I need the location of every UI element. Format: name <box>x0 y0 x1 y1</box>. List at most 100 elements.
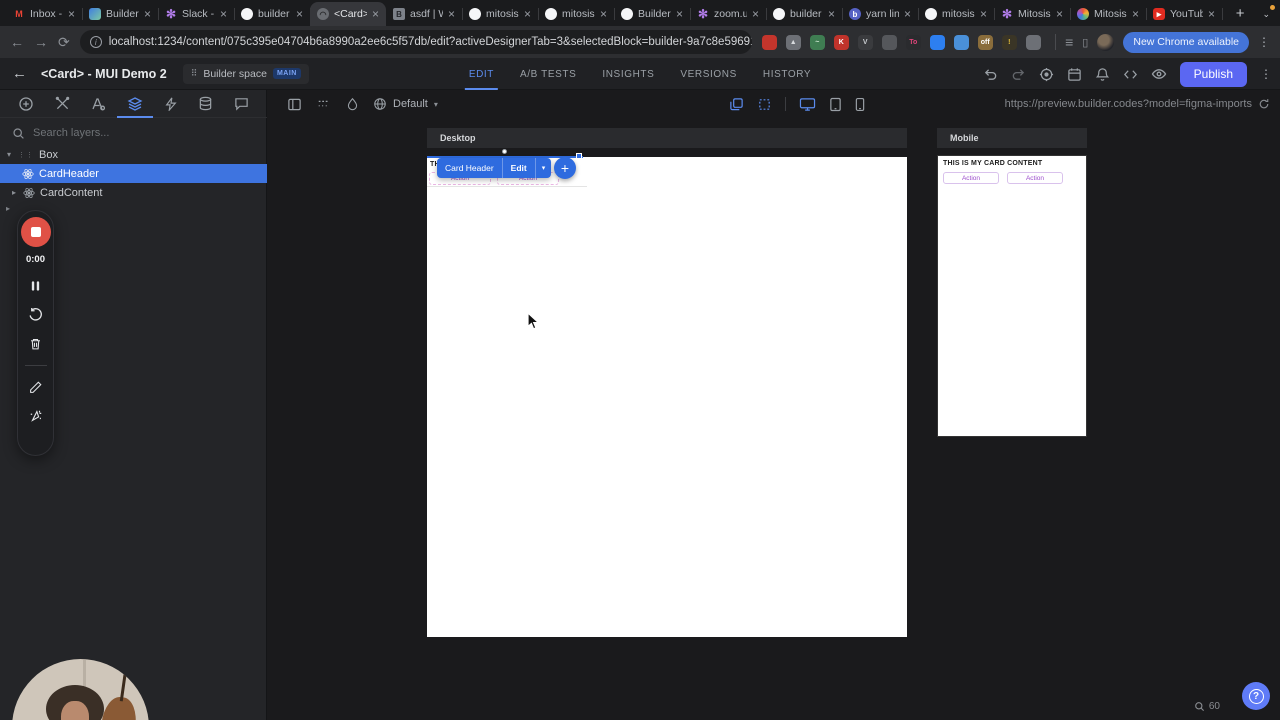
tab-close-icon[interactable]: × <box>676 8 683 20</box>
layer-row-cardheader[interactable]: CardHeader <box>0 164 267 183</box>
tab-close-icon[interactable]: × <box>980 8 987 20</box>
notifications-bell-icon[interactable] <box>1095 67 1110 82</box>
layers-icon[interactable] <box>116 90 153 118</box>
styles-icon[interactable] <box>90 90 106 118</box>
drag-handle-icon[interactable]: ⋮⋮ <box>18 151 34 159</box>
refresh-icon[interactable] <box>1258 98 1270 110</box>
search-layers-input[interactable] <box>33 127 233 139</box>
panel-toggle-icon[interactable] <box>287 97 302 112</box>
selection-handle[interactable] <box>576 153 582 159</box>
schedule-icon[interactable] <box>1067 67 1082 82</box>
tab-close-icon[interactable]: × <box>372 8 379 20</box>
extension-icon[interactable]: K <box>833 34 849 50</box>
browser-tab[interactable]: Mitosis × <box>1070 2 1147 26</box>
block-name[interactable]: Card Header <box>437 158 502 178</box>
stop-recording-button[interactable] <box>20 217 51 247</box>
tab-close-icon[interactable]: × <box>68 8 75 20</box>
card-block[interactable]: THIS IS MY CARD CONTENT Action Action <box>943 160 1083 184</box>
browser-tab[interactable]: mitosis × <box>538 2 615 26</box>
preview-url[interactable]: https://preview.builder.codes?model=figm… <box>1005 90 1270 118</box>
browser-tab[interactable]: Mitosis × <box>994 2 1071 26</box>
tab-close-icon[interactable]: × <box>828 8 835 20</box>
edit-button[interactable]: Edit <box>501 158 535 178</box>
targeting-icon[interactable] <box>1039 67 1054 82</box>
extension-icon[interactable]: ! <box>1001 34 1017 50</box>
extension-icon[interactable] <box>929 34 945 50</box>
comments-icon[interactable] <box>234 90 249 118</box>
tab-close-icon[interactable]: × <box>904 8 911 20</box>
webcam-preview[interactable] <box>12 659 149 720</box>
extension-icon[interactable]: off <box>977 34 993 50</box>
browser-tab[interactable]: builder × <box>234 2 311 26</box>
browser-tab[interactable]: YouTub × <box>1146 2 1223 26</box>
extension-icon[interactable] <box>761 34 777 50</box>
trash-icon[interactable] <box>29 337 42 351</box>
editor-tab[interactable]: A/B TESTS <box>520 58 576 90</box>
mobile-frame-header[interactable]: Mobile <box>937 128 1087 148</box>
collapsed-caret-icon[interactable]: ▸ <box>6 204 10 213</box>
extension-icon[interactable]: ▲ <box>785 34 801 50</box>
undo-icon[interactable] <box>983 67 998 82</box>
browser-tab[interactable]: mitosis × <box>462 2 539 26</box>
add-block-icon[interactable] <box>18 90 34 118</box>
tablet-view-icon[interactable] <box>829 97 842 112</box>
browser-tab[interactable]: zoom.u × <box>690 2 767 26</box>
mobile-frame[interactable]: THIS IS MY CARD CONTENT Action Action <box>937 155 1087 437</box>
restart-icon[interactable] <box>28 307 43 322</box>
back-icon[interactable]: ← <box>10 34 24 50</box>
caret-down-icon[interactable]: ▾ <box>5 150 13 159</box>
browser-tab[interactable]: Inbox - × <box>6 2 83 26</box>
browser-tab[interactable]: Builder × <box>614 2 691 26</box>
redo-icon[interactable] <box>1011 67 1026 82</box>
new-tab-button[interactable]: + <box>1236 5 1245 22</box>
interactions-icon[interactable] <box>164 90 178 118</box>
desktop-view-icon[interactable] <box>799 97 816 112</box>
side-panel-icon[interactable]: ▯ <box>1082 36 1088 49</box>
mobile-view-icon[interactable] <box>855 97 865 112</box>
design-tools-icon[interactable] <box>55 90 70 118</box>
space-selector[interactable]: ⠿ Builder space MAIN <box>182 63 309 84</box>
media-controls-icon[interactable]: ≡ <box>1065 34 1073 50</box>
extension-icon[interactable] <box>1025 34 1041 50</box>
browser-tab[interactable]: asdf | W × <box>386 2 463 26</box>
browser-tab[interactable]: builder × <box>766 2 843 26</box>
selection-anchor-dot[interactable] <box>502 149 507 154</box>
forward-icon[interactable]: → <box>34 34 48 50</box>
data-icon[interactable] <box>198 90 213 118</box>
extension-icon[interactable]: ~ <box>809 34 825 50</box>
browser-tab[interactable]: mitosis × <box>918 2 995 26</box>
extension-icon[interactable]: To <box>905 34 921 50</box>
editor-tab[interactable]: VERSIONS <box>680 58 736 90</box>
site-info-icon[interactable]: i <box>89 36 102 48</box>
editor-tab[interactable]: EDIT <box>464 58 499 90</box>
preview-eye-icon[interactable] <box>1151 66 1167 82</box>
caret-right-icon[interactable]: ▸ <box>10 188 18 197</box>
browser-tab[interactable]: yarn lin × <box>842 2 919 26</box>
tab-close-icon[interactable]: × <box>144 8 151 20</box>
action-button[interactable]: Action <box>1007 172 1063 184</box>
browser-menu-icon[interactable]: ⋮ <box>1258 35 1270 49</box>
tab-close-icon[interactable]: × <box>296 8 303 20</box>
reload-icon[interactable]: ⟳ <box>58 34 70 51</box>
desktop-frame[interactable]: THIS IS MY CARD CONTENT Action Action <box>427 157 907 637</box>
chrome-update-button[interactable]: New Chrome available <box>1123 31 1249 53</box>
spacing-guides-icon[interactable] <box>316 97 332 111</box>
draw-pencil-icon[interactable] <box>29 381 42 394</box>
browser-tab[interactable]: Builder × <box>82 2 159 26</box>
canvas-zoom-indicator[interactable]: 60 <box>1194 701 1220 712</box>
effects-magic-icon[interactable] <box>29 409 43 423</box>
action-button[interactable]: Action <box>943 172 999 184</box>
code-icon[interactable] <box>1123 67 1138 82</box>
browser-tab[interactable]: Slack - × <box>158 2 235 26</box>
layer-row-cardcontent[interactable]: ▸ CardContent <box>0 183 267 202</box>
publish-button[interactable]: Publish <box>1179 61 1247 87</box>
add-block-button[interactable]: + <box>554 157 576 179</box>
extension-icon[interactable] <box>953 34 969 50</box>
browser-tab[interactable]: <Card> × <box>310 2 386 26</box>
browser-profile-avatar[interactable] <box>1097 33 1115 51</box>
tab-close-icon[interactable]: × <box>1056 8 1063 20</box>
help-button[interactable]: ? <box>1242 682 1270 710</box>
design-canvas[interactable]: Default ▾ https://preview.builder.codes?… <box>267 90 1280 720</box>
editor-back-icon[interactable]: ← <box>12 65 27 82</box>
duplicate-view-icon[interactable] <box>729 97 744 112</box>
